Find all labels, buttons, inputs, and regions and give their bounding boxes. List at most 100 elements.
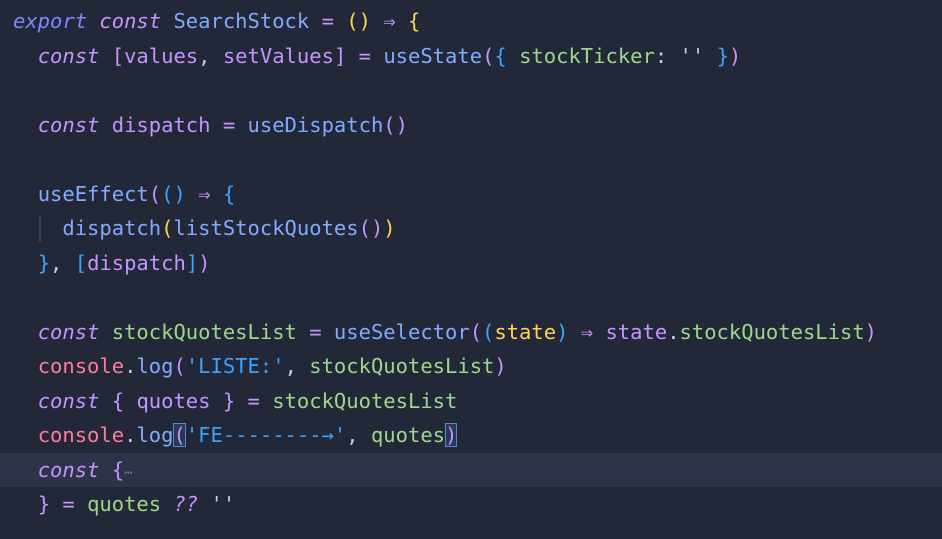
code-token: setValues xyxy=(222,43,334,68)
code-line-text: const [values, setValues] = useState({ s… xyxy=(13,39,742,73)
code-token: ?? xyxy=(173,492,199,516)
code-token: , xyxy=(284,354,310,378)
code-line[interactable]: useEffect(() ⇒ { xyxy=(0,177,942,211)
code-token: const xyxy=(99,9,162,33)
code-token: useEffect xyxy=(37,181,149,206)
code-token: 'FE--------→' xyxy=(185,423,347,447)
code-token: dispatch xyxy=(62,216,162,240)
code-line[interactable] xyxy=(0,280,942,314)
code-token: } xyxy=(222,388,236,413)
code-line[interactable] xyxy=(0,73,942,107)
code-token: = xyxy=(321,9,334,33)
code-token: = xyxy=(62,492,75,516)
code-line[interactable]: }, [dispatch]) xyxy=(0,246,942,280)
code-line-text: } = quotes ?? '' xyxy=(13,487,236,521)
code-token: { xyxy=(222,181,236,206)
code-line[interactable]: export const SearchStock = () ⇒ { xyxy=(0,4,942,38)
code-line-text: }, [dispatch]) xyxy=(13,246,211,280)
code-token: . xyxy=(124,354,137,378)
code-token: dispatch xyxy=(87,250,186,275)
code-token: useState xyxy=(383,43,483,68)
code-token: log xyxy=(136,354,174,378)
code-line[interactable]: } = quotes ?? '' xyxy=(0,487,942,521)
code-line-text: const {⋯ xyxy=(13,453,133,487)
code-editor[interactable]: export const SearchStock = () ⇒ { const … xyxy=(0,0,942,539)
code-token: , xyxy=(50,250,75,275)
code-line[interactable]: const dispatch = useDispatch() xyxy=(0,108,942,142)
code-token: ( xyxy=(482,43,495,68)
code-token: ) xyxy=(445,423,458,447)
code-token: console xyxy=(37,423,125,447)
code-token: : xyxy=(654,43,680,68)
code-token: quotes xyxy=(136,388,211,413)
code-token: const xyxy=(37,388,100,413)
code-token: [ xyxy=(74,250,88,275)
code-token: [ xyxy=(111,43,125,68)
code-line[interactable]: const { quotes } = stockQuotesList xyxy=(0,384,942,418)
code-token: const xyxy=(37,43,100,68)
code-token: useDispatch xyxy=(247,112,384,137)
code-token: , xyxy=(346,423,371,447)
code-line-text: console.log('LISTE:', stockQuotesList) xyxy=(13,349,507,383)
code-token: ] xyxy=(185,250,199,275)
code-token: stockQuotesList xyxy=(309,354,495,378)
code-line[interactable]: const [values, setValues] = useState({ s… xyxy=(0,39,942,73)
code-token: stockQuotesList xyxy=(272,388,458,413)
code-line[interactable] xyxy=(0,142,942,176)
code-token: . xyxy=(124,423,137,447)
code-token: log xyxy=(136,423,174,447)
code-token: . xyxy=(667,319,680,344)
code-line[interactable]: dispatch(listStockQuotes()) xyxy=(0,211,942,245)
code-line-text: dispatch(listStockQuotes()) xyxy=(13,211,396,245)
code-line[interactable]: console.log('FE--------→', quotes) xyxy=(0,418,942,452)
indent-guide xyxy=(39,215,41,242)
code-token: { xyxy=(111,388,125,413)
code-token: values xyxy=(124,43,199,68)
code-token: ⇒ xyxy=(580,319,594,344)
code-token: ( xyxy=(469,319,483,344)
code-token: ) xyxy=(556,319,569,344)
code-token: } xyxy=(37,250,51,275)
code-token: SearchStock xyxy=(173,9,310,33)
code-token: quotes xyxy=(370,423,446,447)
code-line-text: export const SearchStock = () ⇒ { xyxy=(13,4,420,38)
code-line[interactable]: const stockQuotesList = useSelector((sta… xyxy=(0,315,942,349)
code-token: dispatch xyxy=(111,112,211,137)
code-token: useSelector xyxy=(333,319,470,344)
code-token: ) xyxy=(198,250,211,275)
code-token: quotes xyxy=(87,492,162,516)
code-token: = xyxy=(309,319,322,344)
code-token: { xyxy=(494,43,507,68)
code-line[interactable]: console.log('LISTE:', stockQuotesList) xyxy=(0,349,942,383)
code-line[interactable]: const {⋯ xyxy=(0,452,942,487)
code-token: } xyxy=(716,43,729,68)
code-token: ) xyxy=(370,216,384,240)
code-token: ) xyxy=(383,216,396,240)
